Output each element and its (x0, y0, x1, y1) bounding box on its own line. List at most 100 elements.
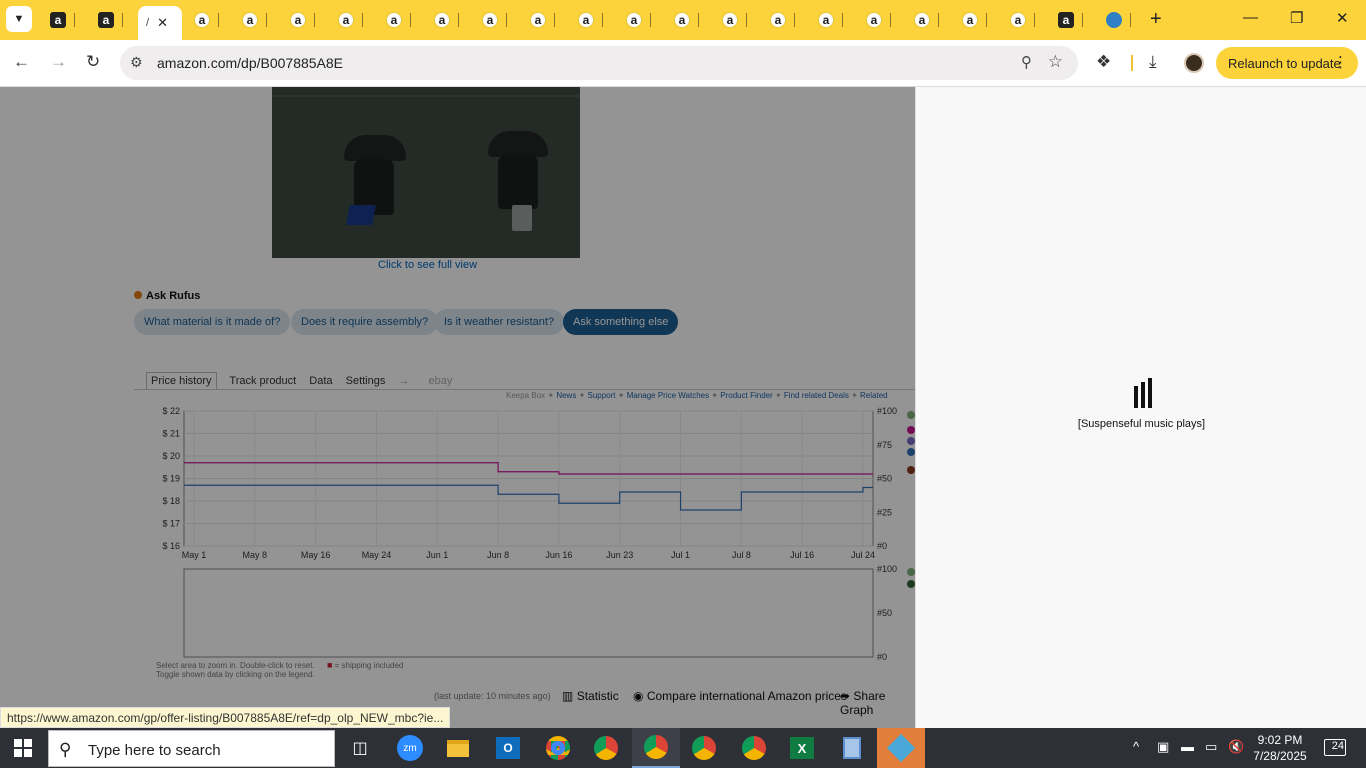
browser-tab[interactable]: a (426, 6, 472, 34)
close-tab-icon[interactable]: ✕ (157, 15, 168, 31)
back-button[interactable]: ← (13, 52, 30, 72)
task-view-icon[interactable]: ◫ (336, 728, 384, 768)
browser-tab[interactable]: a (858, 6, 904, 34)
browser-tab[interactable] (1098, 6, 1144, 34)
search-placeholder: Type here to search (88, 742, 221, 759)
browser-tab[interactable]: a (234, 6, 280, 34)
network-icon[interactable]: ▭ (1205, 739, 1217, 755)
tab-separator (746, 13, 747, 27)
audio-bars-icon (1134, 378, 1152, 408)
amazon-favicon-icon: a (530, 12, 546, 28)
windows-start-icon[interactable] (14, 739, 32, 757)
amazon-favicon-icon: a (578, 12, 594, 28)
chrome-active-icon[interactable] (632, 728, 680, 768)
url-text[interactable]: amazon.com/dp/B007885A8E (157, 55, 343, 71)
outlook-icon[interactable]: O (484, 728, 532, 768)
site-info-icon[interactable]: ⚙ (130, 54, 143, 71)
active-tab-title: / (146, 17, 150, 29)
new-tab-button[interactable]: + (1150, 8, 1162, 31)
browser-tab[interactable]: a (714, 6, 760, 34)
tab-separator (602, 13, 603, 27)
chrome-profile-icon[interactable] (582, 728, 630, 768)
forward-button[interactable]: → (50, 52, 67, 72)
page-content: Click to see full view Ask Rufus What ma… (0, 87, 915, 728)
tab-separator (506, 13, 507, 27)
notification-center-icon[interactable]: 24 (1324, 739, 1346, 756)
app-highlight-icon[interactable] (877, 728, 925, 768)
downloads-icon[interactable]: ⤓ (1149, 52, 1157, 72)
browser-tab[interactable]: a (1050, 6, 1096, 34)
address-bar[interactable]: ⚙ amazon.com/dp/B007885A8E ⚲ ☆ (120, 46, 1078, 80)
tab-separator (1130, 13, 1131, 27)
tab-strip: ▼ a a a a a a a a a a a a a a a a a a a a a / ✕ + — ❐ ✕ (0, 0, 1366, 40)
battery-icon[interactable]: ▬ (1181, 739, 1194, 754)
browser-tab[interactable]: a (90, 6, 136, 34)
tab-separator (74, 13, 75, 27)
caption-text: [Suspenseful music plays] (1077, 418, 1206, 430)
tab-separator (794, 13, 795, 27)
amazon-favicon-icon: a (866, 12, 882, 28)
tab-separator (1034, 13, 1035, 27)
amazon-favicon-icon: a (386, 12, 402, 28)
tab-separator (266, 13, 267, 27)
tab-separator (986, 13, 987, 27)
tab-search-button[interactable]: ▼ (6, 6, 32, 32)
active-tab[interactable]: / ✕ (138, 6, 182, 40)
browser-tab[interactable]: a (186, 6, 232, 34)
meet-now-icon[interactable]: ▣ (1157, 739, 1169, 755)
extensions-icon[interactable]: ❖ (1096, 52, 1111, 72)
amazon-favicon-icon: a (626, 12, 642, 28)
more-menu-icon[interactable]: ⋮ (1333, 53, 1348, 71)
browser-tab[interactable]: a (282, 6, 328, 34)
browser-tab[interactable]: a (522, 6, 568, 34)
tab-separator (554, 13, 555, 27)
clock-time: 9:02 PM (1257, 733, 1303, 747)
taskbar-search[interactable]: ⚲ Type here to search (48, 730, 335, 767)
browser-tab[interactable]: a (330, 6, 376, 34)
calculator-icon[interactable] (828, 728, 876, 768)
browser-tab[interactable]: a (906, 6, 952, 34)
tab-separator (362, 13, 363, 27)
browser-tab[interactable]: a (1002, 6, 1048, 34)
chrome-icon[interactable] (534, 728, 582, 768)
close-window-button[interactable]: ✕ (1336, 9, 1349, 27)
browser-tab[interactable]: a (474, 6, 520, 34)
browser-tab[interactable]: a (954, 6, 1000, 34)
tab-separator (698, 13, 699, 27)
file-explorer-icon[interactable] (434, 728, 482, 768)
tab-separator (842, 13, 843, 27)
restore-button[interactable]: ❐ (1290, 9, 1303, 27)
tab-separator (650, 13, 651, 27)
amazon-favicon-icon: a (338, 12, 354, 28)
profile-avatar[interactable] (1184, 53, 1204, 73)
amazon-favicon-icon: a (98, 12, 114, 28)
tray-chevron-icon[interactable]: ^ (1133, 739, 1139, 754)
browser-tab[interactable]: a (762, 6, 808, 34)
browser-tab[interactable]: a (666, 6, 712, 34)
amazon-favicon-icon: a (674, 12, 690, 28)
zoom-app-icon[interactable]: zm (386, 728, 434, 768)
browser-tab[interactable]: a (378, 6, 424, 34)
browser-tab[interactable]: a (618, 6, 664, 34)
chrome-profile-3-icon[interactable] (730, 728, 778, 768)
notification-count: 24 (1331, 740, 1344, 752)
zoom-icon[interactable]: ⚲ (1021, 53, 1032, 71)
minimize-button[interactable]: — (1243, 9, 1258, 26)
status-bar-url: https://www.amazon.com/gp/offer-listing/… (0, 707, 451, 728)
tab-separator (218, 13, 219, 27)
clock[interactable]: 9:02 PM 7/28/2025 (1252, 732, 1308, 764)
bookmark-star-icon[interactable]: ☆ (1048, 52, 1063, 72)
chrome-profile-2-icon[interactable] (680, 728, 728, 768)
excel-icon[interactable]: X (778, 728, 826, 768)
relaunch-label: Relaunch to update (1228, 55, 1341, 71)
amazon-favicon-icon: a (722, 12, 738, 28)
amazon-favicon-icon: a (50, 12, 66, 28)
amazon-favicon-icon: a (482, 12, 498, 28)
relaunch-button[interactable]: Relaunch to update ⋮ (1216, 47, 1358, 79)
reload-button[interactable]: ↻ (86, 52, 100, 72)
volume-muted-icon[interactable]: 🔇 (1228, 739, 1244, 755)
browser-tab[interactable]: a (42, 6, 88, 34)
tab-separator (890, 13, 891, 27)
browser-tab[interactable]: a (570, 6, 616, 34)
browser-tab[interactable]: a (810, 6, 856, 34)
